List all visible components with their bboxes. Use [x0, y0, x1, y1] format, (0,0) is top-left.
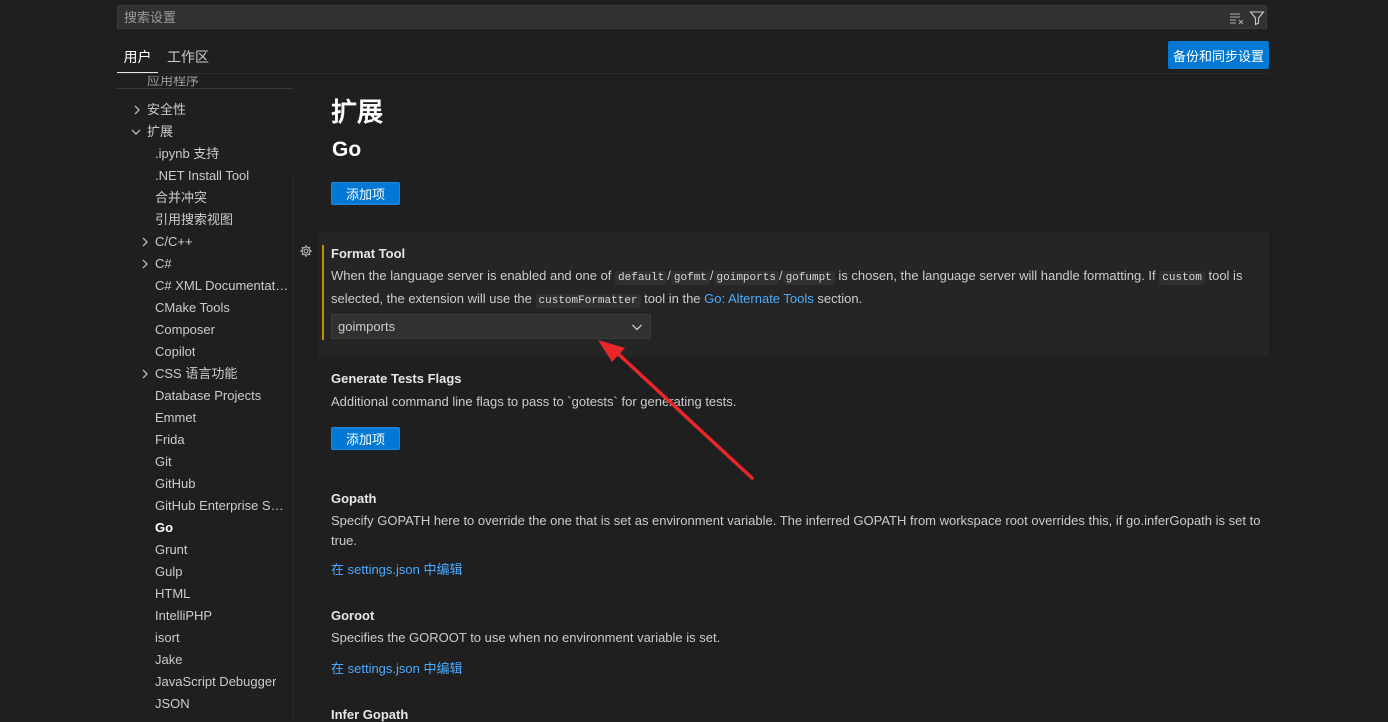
- tree-item-github[interactable]: GitHub: [155, 473, 195, 495]
- tree-item-emmet[interactable]: Emmet: [155, 407, 196, 429]
- tree-item-frida[interactable]: Frida: [155, 429, 185, 451]
- edit-in-settings-json-link[interactable]: 在 settings.json 中编辑: [331, 658, 463, 677]
- gear-icon[interactable]: [299, 244, 313, 258]
- clear-filter-icon[interactable]: [1229, 10, 1245, 26]
- add-item-button[interactable]: 添加项: [331, 182, 400, 205]
- tab-user[interactable]: 用户: [117, 42, 158, 73]
- alternate-tools-link[interactable]: Go: Alternate Tools: [704, 291, 814, 306]
- backup-sync-button[interactable]: 备份和同步设置: [1168, 41, 1269, 69]
- tree-item-css[interactable]: CSS 语言功能: [155, 363, 237, 385]
- edit-in-settings-json-link[interactable]: 在 settings.json 中编辑: [331, 559, 463, 578]
- infer-gopath-title: Infer Gopath: [331, 707, 409, 722]
- code-default: default: [615, 271, 668, 285]
- sidebar-divider: [293, 172, 294, 721]
- tree-item-references-view[interactable]: 引用搜索视图: [155, 209, 233, 231]
- tree-item-git[interactable]: Git: [155, 451, 172, 473]
- chevron-right-icon[interactable]: [131, 104, 143, 116]
- tree-item-ipynb[interactable]: .ipynb 支持: [155, 143, 219, 165]
- tree-item-extensions[interactable]: 扩展: [147, 121, 173, 143]
- filter-icon[interactable]: [1249, 10, 1265, 26]
- code-custom-formatter: customFormatter: [535, 293, 641, 308]
- tree-item-json[interactable]: JSON: [155, 693, 190, 715]
- gen-tests-description: Additional command line flags to pass to…: [331, 394, 737, 409]
- tree-item-isort[interactable]: isort: [155, 627, 180, 649]
- gopath-title: Gopath: [331, 491, 377, 506]
- tree-item-security[interactable]: 安全性: [147, 99, 186, 121]
- chevron-right-icon[interactable]: [139, 368, 151, 380]
- section-title: 扩展: [331, 97, 384, 127]
- gen-tests-title: Generate Tests Flags: [331, 371, 462, 386]
- tree-item-jake[interactable]: Jake: [155, 649, 182, 671]
- tree-item-cpp[interactable]: C/C++: [155, 231, 193, 253]
- settings-toc-tree: 应用程序 安全性 扩展 .ipynb 支持 .NET Install Tool …: [117, 76, 293, 721]
- tree-item-github-enterprise[interactable]: GitHub Enterprise Server Authentication: [155, 495, 289, 517]
- format-tool-select[interactable]: goimports: [331, 314, 651, 339]
- tabs-divider: [117, 73, 1269, 74]
- format-tool-value: goimports: [338, 319, 396, 334]
- tree-item-csharp[interactable]: C#: [155, 253, 172, 275]
- tree-item-html[interactable]: HTML: [155, 583, 190, 605]
- tree-item-dotnet-install[interactable]: .NET Install Tool: [155, 165, 249, 187]
- tree-item-cmake-tools[interactable]: CMake Tools: [155, 297, 230, 319]
- code-goimports: goimports: [713, 271, 779, 285]
- chevron-down-icon[interactable]: [130, 126, 142, 138]
- tree-item-merge-conflict[interactable]: 合并冲突: [155, 187, 207, 209]
- chevron-right-icon[interactable]: [139, 258, 151, 270]
- chevron-right-icon[interactable]: [139, 236, 151, 248]
- modified-indicator: [322, 245, 324, 340]
- format-tool-description: When the language server is enabled and …: [331, 268, 1243, 308]
- tree-item-gulp[interactable]: Gulp: [155, 561, 182, 583]
- tab-workspace[interactable]: 工作区: [167, 42, 209, 72]
- tree-item-database-projects[interactable]: Database Projects: [155, 385, 261, 407]
- settings-search-box[interactable]: [117, 5, 1267, 29]
- gopath-description: Specify GOPATH here to override the one …: [331, 513, 1261, 548]
- tree-item-copilot[interactable]: Copilot: [155, 341, 195, 363]
- tree-item-composer[interactable]: Composer: [155, 319, 215, 341]
- code-gofmt: gofmt: [670, 271, 710, 285]
- tree-item-js-debugger[interactable]: JavaScript Debugger: [155, 671, 276, 693]
- search-input[interactable]: [118, 6, 1230, 28]
- goroot-description: Specifies the GOROOT to use when no envi…: [331, 630, 721, 645]
- tree-scroll-shadow: [117, 88, 293, 89]
- chevron-down-icon: [632, 324, 642, 331]
- tree-item-intelliphp[interactable]: IntelliPHP: [155, 605, 212, 627]
- add-item-button[interactable]: 添加项: [331, 427, 400, 450]
- subsection-title: Go: [332, 138, 362, 161]
- format-tool-title: Format Tool: [331, 246, 406, 261]
- code-custom: custom: [1159, 271, 1205, 285]
- goroot-title: Goroot: [331, 608, 375, 623]
- tree-item-go[interactable]: Go: [155, 517, 173, 539]
- tree-item-grunt[interactable]: Grunt: [155, 539, 188, 561]
- tree-item-csharp-xml-doc[interactable]: C# XML Documentation Comments: [155, 275, 289, 297]
- code-gofumpt: gofumpt: [782, 271, 835, 285]
